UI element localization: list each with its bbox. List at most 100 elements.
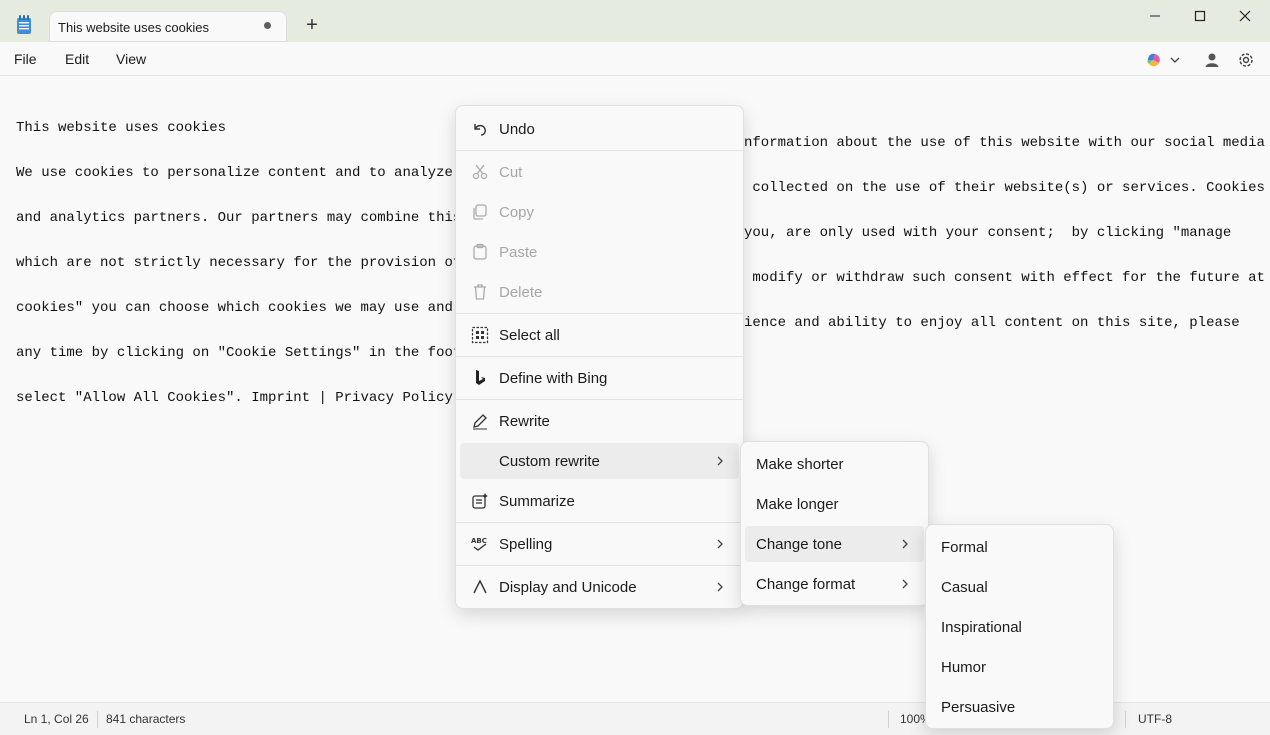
- change-tone-submenu: Formal Casual Inspirational Humor Persua…: [925, 524, 1114, 729]
- editor-line-fragment: modify or withdraw such consent with eff…: [744, 270, 1265, 286]
- make-longer-label: Make longer: [756, 496, 839, 513]
- summarize-menu-item[interactable]: Summarize: [460, 483, 739, 519]
- chevron-right-icon: [902, 539, 908, 549]
- editor-line-fragment: ience and ability to enjoy all content o…: [744, 315, 1240, 331]
- copy-label: Copy: [499, 204, 535, 221]
- encoding[interactable]: UTF-8: [1138, 712, 1172, 726]
- bing-icon: [476, 370, 485, 385]
- select-all-menu-item[interactable]: Select all: [460, 317, 739, 353]
- rewrite-menu-item[interactable]: Rewrite: [460, 403, 739, 439]
- cut-label: Cut: [499, 164, 523, 181]
- copilot-icon[interactable]: [1144, 50, 1164, 70]
- trash-icon: [474, 284, 486, 300]
- spellcheck-abc-icon: ABC: [471, 537, 487, 551]
- spelling-menu-item[interactable]: ABC Spelling: [460, 526, 739, 562]
- tone-humor-label: Humor: [941, 659, 987, 676]
- menu-edit[interactable]: Edit: [65, 51, 89, 67]
- paste-menu-item[interactable]: Paste: [460, 234, 739, 270]
- menu-view[interactable]: View: [116, 51, 146, 67]
- summarize-label: Summarize: [499, 493, 575, 510]
- chevron-right-icon: [717, 456, 723, 466]
- delete-label: Delete: [499, 284, 543, 301]
- menu-bar: File Edit View: [0, 42, 1270, 76]
- chevron-right-icon: [902, 579, 908, 589]
- undo-icon: [474, 124, 486, 136]
- define-with-bing-menu-item[interactable]: Define with Bing: [460, 360, 739, 396]
- define-with-bing-label: Define with Bing: [499, 370, 608, 387]
- character-count: 841 characters: [106, 712, 186, 726]
- notepad-app-icon: [17, 15, 31, 34]
- display-and-unicode-menu-item[interactable]: Display and Unicode: [460, 569, 739, 605]
- tone-persuasive-menu-item[interactable]: Persuasive: [930, 689, 1109, 725]
- close-icon: [1239, 10, 1251, 22]
- account-icon[interactable]: [1202, 50, 1222, 70]
- menu-separator: [456, 150, 743, 151]
- paste-label: Paste: [499, 244, 538, 261]
- menu-separator: [456, 565, 743, 566]
- change-tone-menu-item[interactable]: Change tone: [745, 526, 924, 562]
- tone-formal-menu-item[interactable]: Formal: [930, 529, 1109, 565]
- tone-formal-label: Formal: [941, 539, 988, 556]
- editor-line-fragment: collected on the use of their website(s)…: [744, 180, 1265, 196]
- editor-line-fragment: nformation about the use of this website…: [744, 135, 1265, 151]
- tone-inspirational-label: Inspirational: [941, 619, 1022, 636]
- new-tab-button[interactable]: +: [304, 15, 320, 36]
- status-separator: [1125, 711, 1126, 728]
- chevron-right-icon: [717, 582, 723, 592]
- close-button[interactable]: [1222, 0, 1268, 32]
- maximize-button[interactable]: [1177, 0, 1223, 32]
- tone-persuasive-label: Persuasive: [941, 699, 1016, 716]
- editor-line-fragment: you, are only used with your consent; by…: [744, 225, 1232, 241]
- status-separator: [888, 711, 889, 728]
- delete-menu-item[interactable]: Delete: [460, 274, 739, 310]
- chevron-down-icon[interactable]: [1168, 50, 1182, 70]
- tone-casual-label: Casual: [941, 579, 988, 596]
- select-all-icon: [471, 326, 489, 344]
- context-menu: Undo Cut Copy Paste Delete Select all De…: [455, 105, 744, 609]
- summarize-icon: [472, 493, 488, 509]
- unicode-caret-icon: [473, 579, 487, 594]
- maximize-icon: [1194, 10, 1206, 22]
- change-format-label: Change format: [756, 576, 856, 593]
- custom-rewrite-menu-item[interactable]: Custom rewrite: [460, 443, 739, 479]
- svg-text:ABC: ABC: [471, 537, 487, 545]
- tone-humor-menu-item[interactable]: Humor: [930, 649, 1109, 685]
- chevron-right-icon: [717, 539, 723, 549]
- spelling-label: Spelling: [499, 536, 553, 553]
- tone-inspirational-menu-item[interactable]: Inspirational: [930, 609, 1109, 645]
- cursor-position[interactable]: Ln 1, Col 26: [24, 712, 89, 726]
- menu-separator: [456, 356, 743, 357]
- copy-menu-item[interactable]: Copy: [460, 194, 739, 230]
- unsaved-dot-icon[interactable]: [264, 22, 271, 29]
- menu-separator: [456, 313, 743, 314]
- text-editor-visible-right: nformation about the use of this website…: [744, 106, 1265, 346]
- tab-title: This website uses cookies: [58, 20, 210, 35]
- rewrite-label: Rewrite: [499, 413, 550, 430]
- custom-rewrite-label: Custom rewrite: [499, 453, 600, 470]
- change-format-menu-item[interactable]: Change format: [745, 566, 924, 602]
- scissors-icon: [472, 164, 488, 180]
- tone-casual-menu-item[interactable]: Casual: [930, 569, 1109, 605]
- minimize-icon: [1150, 15, 1160, 17]
- menu-file[interactable]: File: [14, 51, 37, 67]
- document-tab[interactable]: This website uses cookies: [49, 11, 287, 42]
- make-shorter-label: Make shorter: [756, 456, 844, 473]
- custom-rewrite-submenu: Make shorter Make longer Change tone Cha…: [740, 441, 929, 606]
- pen-icon: [473, 414, 487, 430]
- settings-gear-icon[interactable]: [1236, 50, 1256, 70]
- make-shorter-menu-item[interactable]: Make shorter: [745, 446, 924, 482]
- minimize-button[interactable]: [1132, 0, 1178, 32]
- select-all-label: Select all: [499, 327, 560, 344]
- make-longer-menu-item[interactable]: Make longer: [745, 486, 924, 522]
- menu-separator: [456, 399, 743, 400]
- status-separator: [97, 711, 98, 728]
- cut-menu-item[interactable]: Cut: [460, 154, 739, 190]
- display-and-unicode-label: Display and Unicode: [499, 579, 637, 596]
- title-bar: This website uses cookies +: [0, 0, 1270, 42]
- change-tone-label: Change tone: [756, 536, 842, 553]
- copy-icon: [473, 204, 487, 220]
- undo-label: Undo: [499, 121, 535, 138]
- clipboard-icon: [473, 243, 487, 260]
- menu-separator: [456, 522, 743, 523]
- undo-menu-item[interactable]: Undo: [460, 111, 739, 147]
